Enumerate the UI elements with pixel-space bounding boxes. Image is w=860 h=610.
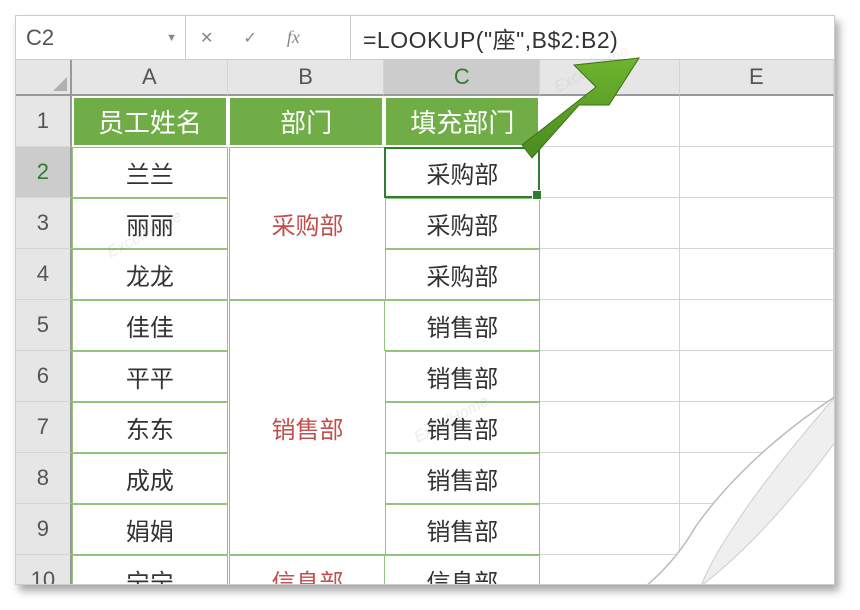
cell-A10[interactable]: 宁宁 <box>72 555 228 585</box>
cell-A7[interactable]: 东东 <box>72 402 228 453</box>
cell-C8[interactable]: 销售部 <box>384 453 540 504</box>
row-header-10[interactable]: 10 <box>16 555 72 585</box>
cell-C4[interactable]: 采购部 <box>384 249 540 300</box>
cell-D10[interactable] <box>540 555 679 585</box>
row-7: 7东东 销售部 <box>16 402 834 453</box>
spreadsheet-window: C2 ▼ ✕ ✓ fx =LOOKUP("座",B$2:B2) A B C D … <box>15 15 835 585</box>
row-header-7[interactable]: 7 <box>16 402 72 453</box>
cell-A5[interactable]: 佳佳 <box>72 300 228 351</box>
row-header-9[interactable]: 9 <box>16 504 72 555</box>
cell-E6[interactable] <box>680 351 834 402</box>
row-header-5[interactable]: 5 <box>16 300 72 351</box>
col-header-B[interactable]: B <box>228 60 384 96</box>
row-4: 4龙龙 采购部 <box>16 249 834 300</box>
cell-C3[interactable]: 采购部 <box>384 198 540 249</box>
cell-C7[interactable]: 销售部 <box>384 402 540 453</box>
row-header-8[interactable]: 8 <box>16 453 72 504</box>
row-header-6[interactable]: 6 <box>16 351 72 402</box>
row-header-3[interactable]: 3 <box>16 198 72 249</box>
cell-E2[interactable] <box>680 147 834 198</box>
cell-A1[interactable]: 员工姓名 <box>72 96 228 147</box>
formula-bar: C2 ▼ ✕ ✓ fx =LOOKUP("座",B$2:B2) <box>16 16 834 60</box>
cell-E3[interactable] <box>680 198 834 249</box>
select-all-corner[interactable] <box>16 60 72 96</box>
row-2: 2兰兰 采购部 <box>16 147 834 198</box>
cell-C1[interactable]: 填充部门 <box>384 96 540 147</box>
worksheet[interactable]: A B C D E 1 员工姓名 部门 填充部门 采购部2兰兰采购部3丽丽采购部… <box>16 60 834 585</box>
col-header-A[interactable]: A <box>72 60 228 96</box>
cell-D4[interactable] <box>540 249 679 300</box>
cell-D9[interactable] <box>540 504 679 555</box>
row-header-4[interactable]: 4 <box>16 249 72 300</box>
cell-D5[interactable] <box>540 300 679 351</box>
row-5: 5佳佳 销售部 <box>16 300 834 351</box>
data-rows: 采购部2兰兰采购部3丽丽采购部4龙龙采购部销售部5佳佳销售部6平平销售部7东东销… <box>16 147 834 585</box>
formula-text: =LOOKUP("座",B$2:B2) <box>363 21 618 55</box>
cell-C5[interactable]: 销售部 <box>384 300 540 351</box>
cell-A6[interactable]: 平平 <box>72 351 228 402</box>
cell-E8[interactable] <box>680 453 834 504</box>
formula-input[interactable]: =LOOKUP("座",B$2:B2) <box>351 16 834 59</box>
cell-A3[interactable]: 丽丽 <box>72 198 228 249</box>
cell-D6[interactable] <box>540 351 679 402</box>
row-10: 10宁宁 信息部 <box>16 555 834 585</box>
cell-E9[interactable] <box>680 504 834 555</box>
cell-E5[interactable] <box>680 300 834 351</box>
row-3: 3丽丽 采购部 <box>16 198 834 249</box>
cell-C9[interactable]: 销售部 <box>384 504 540 555</box>
cell-E10[interactable] <box>680 555 834 585</box>
row-8: 8成成 销售部 <box>16 453 834 504</box>
name-box-dropdown-icon[interactable]: ▼ <box>166 32 177 44</box>
name-box-value: C2 <box>26 25 54 51</box>
row-header-1[interactable]: 1 <box>16 96 72 147</box>
name-box[interactable]: C2 ▼ <box>16 16 186 59</box>
cell-D1[interactable] <box>540 96 679 147</box>
row-6: 6平平 销售部 <box>16 351 834 402</box>
cell-D8[interactable] <box>540 453 679 504</box>
cell-E7[interactable] <box>680 402 834 453</box>
col-header-E[interactable]: E <box>680 60 834 96</box>
column-header-row: A B C D E <box>16 60 834 96</box>
cell-D2[interactable] <box>540 147 679 198</box>
confirm-icon[interactable]: ✓ <box>243 28 256 48</box>
formula-bar-buttons: ✕ ✓ fx <box>186 16 351 59</box>
col-header-C[interactable]: C <box>384 60 540 96</box>
fx-icon[interactable]: fx <box>287 27 300 48</box>
cell-A2[interactable]: 兰兰 <box>72 147 228 198</box>
cell-C10[interactable]: 信息部 <box>384 555 540 585</box>
cell-A4[interactable]: 龙龙 <box>72 249 228 300</box>
cancel-icon[interactable]: ✕ <box>200 28 213 48</box>
cell-C6[interactable]: 销售部 <box>384 351 540 402</box>
cell-A9[interactable]: 娟娟 <box>72 504 228 555</box>
row-1: 1 员工姓名 部门 填充部门 <box>16 96 834 147</box>
cell-D3[interactable] <box>540 198 679 249</box>
cell-E4[interactable] <box>680 249 834 300</box>
cell-D7[interactable] <box>540 402 679 453</box>
cell-B1[interactable]: 部门 <box>228 96 384 147</box>
row-9: 9娟娟 销售部 <box>16 504 834 555</box>
cell-E1[interactable] <box>680 96 834 147</box>
cell-A8[interactable]: 成成 <box>72 453 228 504</box>
row-header-2[interactable]: 2 <box>16 147 72 198</box>
cell-C2[interactable]: 采购部 <box>384 147 540 198</box>
col-header-D[interactable]: D <box>540 60 679 96</box>
